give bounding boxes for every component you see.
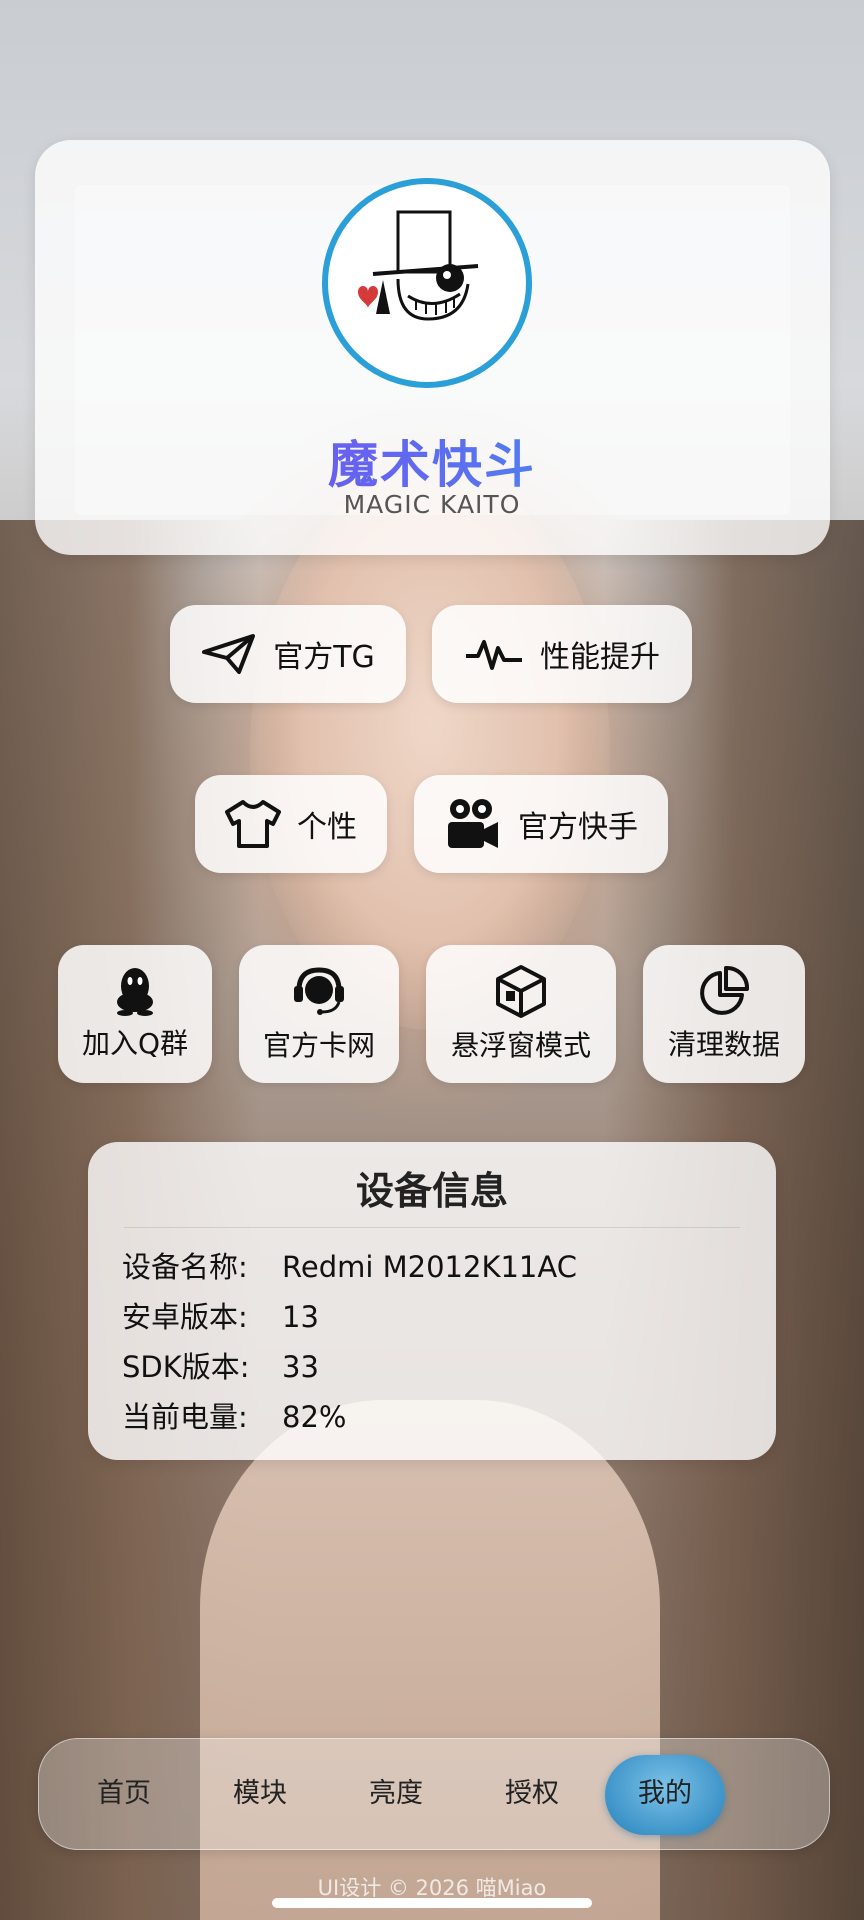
performance-boost-button[interactable]: 性能提升 (432, 605, 692, 703)
home-indicator[interactable] (272, 1898, 592, 1908)
battery-value: 82% (282, 1400, 347, 1434)
device-info-title: 设备信息 (355, 1169, 508, 1213)
android-version-key: 安卓版本: (122, 1300, 248, 1334)
tab-home[interactable]: 首页 (69, 1739, 179, 1849)
magician-hat-icon (358, 210, 479, 321)
sdk-version-key: SDK版本: (122, 1350, 250, 1384)
video-camera-icon (448, 799, 498, 848)
official-card-store-tile[interactable]: 官方卡网 (239, 945, 399, 1083)
device-name-row: 设备名称: Redmi M2012K11AC (122, 1244, 577, 1286)
send-icon (202, 634, 256, 674)
floating-window-mode-label: 悬浮窗模式 (450, 1029, 591, 1062)
official-kuaishou-button[interactable]: 官方快手 (414, 775, 668, 873)
performance-boost-label: 性能提升 (540, 640, 660, 675)
official-kuaishou-label: 官方快手 (518, 810, 638, 845)
sdk-version-row: SDK版本: 33 (122, 1344, 319, 1386)
android-version-value: 13 (282, 1300, 319, 1334)
official-card-store-label: 官方卡网 (262, 1029, 375, 1062)
pulse-icon (466, 640, 522, 670)
cube-icon (496, 965, 546, 1018)
sdk-version-value: 33 (282, 1350, 319, 1384)
device-info-card: 设备信息 设备名称: Redmi M2012K11AC 安卓版本: 13 SDK版本… (88, 1142, 776, 1460)
pie-chart-icon (700, 966, 749, 1015)
tab-mine[interactable]: 我的 (610, 1739, 720, 1849)
floating-window-mode-tile[interactable]: 悬浮窗模式 (426, 945, 616, 1083)
avatar[interactable] (322, 178, 532, 388)
app-subtitle: MAGIC KAITO (343, 490, 521, 519)
divider (124, 1227, 740, 1228)
join-qq-group-label: 加入Q群 (81, 1027, 189, 1060)
personalize-label: 个性 (297, 810, 357, 845)
personalize-button[interactable]: 个性 (195, 775, 387, 873)
device-name-key: 设备名称: (122, 1250, 248, 1284)
official-tg-button[interactable]: 官方TG (170, 605, 406, 703)
tab-authorization[interactable]: 授权 (477, 1739, 587, 1849)
clear-data-label: 清理数据 (667, 1028, 780, 1061)
android-version-row: 安卓版本: 13 (122, 1294, 319, 1336)
clear-data-tile[interactable]: 清理数据 (643, 945, 805, 1083)
battery-key: 当前电量: (122, 1400, 248, 1434)
tshirt-icon (225, 800, 281, 848)
join-qq-group-tile[interactable]: 加入Q群 (58, 945, 212, 1083)
official-tg-label: 官方TG (273, 640, 375, 675)
qq-penguin-icon (117, 968, 153, 1016)
headset-icon (294, 967, 344, 1015)
tab-modules[interactable]: 模块 (205, 1739, 315, 1849)
app-title: 魔术快斗 (0, 425, 864, 497)
bottom-tab-bar: 首页 模块 亮度 授权 我的 (38, 1738, 830, 1850)
device-name-value: Redmi M2012K11AC (282, 1250, 577, 1284)
tab-brightness[interactable]: 亮度 (341, 1739, 451, 1849)
battery-row: 当前电量: 82% (122, 1394, 346, 1436)
